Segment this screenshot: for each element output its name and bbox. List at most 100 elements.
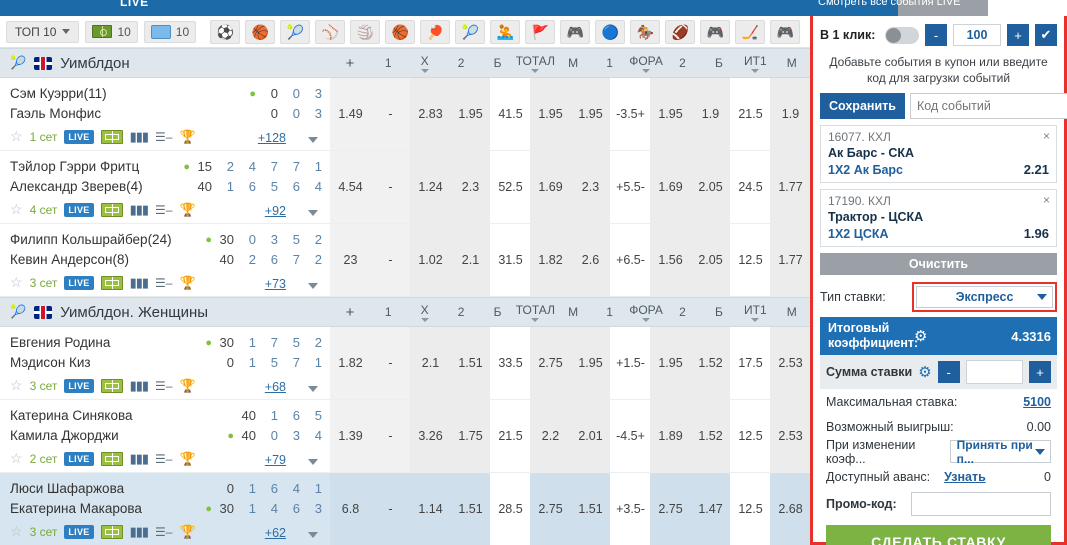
odd-cell[interactable]: 2.75: [530, 327, 570, 399]
odd-cell[interactable]: 2.05: [690, 151, 730, 223]
football2-icon[interactable]: 🎮: [700, 19, 731, 44]
one-click-decrease-button[interactable]: -: [925, 24, 947, 46]
odd-cell[interactable]: 24.5: [730, 151, 770, 223]
one-click-increase-button[interactable]: +: [1007, 24, 1029, 46]
list-view-icon[interactable]: ☰–: [155, 525, 172, 539]
list-view-icon[interactable]: ☰–: [155, 379, 172, 393]
live-video-icon[interactable]: LIVE: [64, 275, 94, 290]
odd-cell[interactable]: 1.51: [450, 327, 490, 399]
odd-cell[interactable]: 2.2: [530, 400, 570, 472]
waterpolo-icon[interactable]: 🤽: [490, 19, 521, 44]
odd-cell[interactable]: 1.52: [690, 400, 730, 472]
odd-cell[interactable]: 21.5: [730, 78, 770, 150]
odd-cell[interactable]: 1.24: [410, 151, 450, 223]
odd-cell[interactable]: 17.5: [730, 327, 770, 399]
column-header-ит1[interactable]: ИТ1: [737, 54, 773, 73]
podium-icon[interactable]: 🏆: [179, 202, 195, 218]
coef-change-select[interactable]: Принять при п...: [949, 438, 1051, 466]
group-expand-button[interactable]: +: [330, 55, 370, 72]
column-header-2[interactable]: 2: [443, 305, 479, 319]
one-click-toggle[interactable]: [885, 26, 919, 44]
basketball2-icon[interactable]: 🏀: [385, 19, 416, 44]
gear-icon[interactable]: ⚙: [918, 363, 931, 381]
column-header-м[interactable]: М: [774, 56, 810, 70]
event-code-input[interactable]: [909, 93, 1067, 119]
live-video-icon[interactable]: LIVE: [64, 524, 94, 539]
odd-cell[interactable]: +3.5-: [610, 473, 650, 545]
odd-cell[interactable]: 1.77: [770, 224, 810, 296]
odd-cell[interactable]: 12.5: [730, 224, 770, 296]
odd-cell[interactable]: 4.54: [330, 151, 370, 223]
more-markets-link[interactable]: +128: [258, 131, 286, 145]
favorite-star-icon[interactable]: ☆: [10, 274, 23, 291]
odd-cell[interactable]: 1.9: [690, 78, 730, 150]
column-header-x[interactable]: X: [406, 303, 442, 322]
odd-cell[interactable]: 2.1: [410, 327, 450, 399]
pitch-filter-chip[interactable]: 10: [85, 20, 138, 43]
odd-cell[interactable]: 2.83: [410, 78, 450, 150]
gear-icon[interactable]: ⚙: [914, 327, 927, 345]
odd-cell[interactable]: 3.26: [410, 400, 450, 472]
hockey-puck-icon[interactable]: 🏒: [735, 19, 766, 44]
live-video-icon[interactable]: LIVE: [64, 451, 94, 466]
odd-cell[interactable]: 1.95: [450, 78, 490, 150]
esports2-icon[interactable]: 🎮: [770, 19, 801, 44]
odd-cell[interactable]: +1.5-: [610, 327, 650, 399]
odd-cell[interactable]: 1.69: [530, 151, 570, 223]
odd-cell[interactable]: 2.3: [450, 151, 490, 223]
odd-cell[interactable]: -4.5+: [610, 400, 650, 472]
odd-cell[interactable]: 21.5: [490, 400, 530, 472]
list-view-icon[interactable]: ☰–: [155, 130, 172, 144]
favorite-star-icon[interactable]: ☆: [10, 201, 23, 218]
odd-cell[interactable]: 33.5: [490, 327, 530, 399]
odd-cell[interactable]: -3.5+: [610, 78, 650, 150]
soccer-icon[interactable]: ⚽: [210, 19, 241, 44]
one-click-amount-input[interactable]: 100: [953, 24, 1001, 46]
podium-icon[interactable]: 🏆: [179, 451, 195, 467]
chevron-down-icon[interactable]: [308, 137, 318, 143]
odd-cell[interactable]: 2.53: [770, 327, 810, 399]
column-header-б[interactable]: Б: [479, 56, 515, 70]
odd-cell[interactable]: 1.9: [770, 78, 810, 150]
odd-cell[interactable]: 2.01: [570, 400, 610, 472]
rugby-icon[interactable]: 🏈: [665, 19, 696, 44]
save-button[interactable]: Сохранить: [820, 93, 905, 119]
odd-cell[interactable]: 1.51: [450, 473, 490, 545]
statistics-icon[interactable]: ▮▮▮: [130, 129, 149, 145]
court-view-icon[interactable]: [100, 129, 123, 144]
odd-cell[interactable]: 1.95: [650, 327, 690, 399]
list-view-icon[interactable]: ☰–: [155, 203, 172, 217]
column-header-тотал[interactable]: ТОТАЛ: [516, 303, 555, 322]
tv-filter-chip[interactable]: 10: [143, 20, 197, 43]
odd-cell[interactable]: 2.3: [570, 151, 610, 223]
odd-cell[interactable]: 2.05: [690, 224, 730, 296]
odd-cell[interactable]: 1.95: [530, 78, 570, 150]
max-stake-value[interactable]: 5100: [1023, 395, 1051, 409]
odd-cell[interactable]: 1.52: [690, 327, 730, 399]
odd-cell[interactable]: 31.5: [490, 224, 530, 296]
odd-cell[interactable]: 41.5: [490, 78, 530, 150]
column-header-2[interactable]: 2: [664, 56, 700, 70]
odd-cell[interactable]: 1.51: [570, 473, 610, 545]
odd-cell[interactable]: 1.02: [410, 224, 450, 296]
odd-cell[interactable]: +5.5-: [610, 151, 650, 223]
list-view-icon[interactable]: ☰–: [155, 452, 172, 466]
make-bet-button[interactable]: СДЕЛАТЬ СТАВКУ: [826, 525, 1051, 545]
group-expand-button[interactable]: +: [330, 304, 370, 321]
odd-cell[interactable]: +6.5-: [610, 224, 650, 296]
column-header-2[interactable]: 2: [443, 56, 479, 70]
remove-bet-icon[interactable]: ×: [1043, 193, 1050, 207]
odd-cell[interactable]: 1.82: [530, 224, 570, 296]
odd-cell[interactable]: -: [370, 327, 410, 399]
odd-cell[interactable]: 1.77: [770, 151, 810, 223]
chevron-down-icon[interactable]: [308, 459, 318, 465]
court-view-icon[interactable]: [100, 378, 123, 393]
odd-cell[interactable]: 1.56: [650, 224, 690, 296]
favorite-star-icon[interactable]: ☆: [10, 377, 23, 394]
esports-icon[interactable]: 🎮: [560, 19, 591, 44]
odd-cell[interactable]: 2.68: [770, 473, 810, 545]
odd-cell[interactable]: 1.39: [330, 400, 370, 472]
statistics-icon[interactable]: ▮▮▮: [130, 275, 149, 291]
chevron-down-icon[interactable]: [308, 210, 318, 216]
column-header-2[interactable]: 2: [664, 305, 700, 319]
